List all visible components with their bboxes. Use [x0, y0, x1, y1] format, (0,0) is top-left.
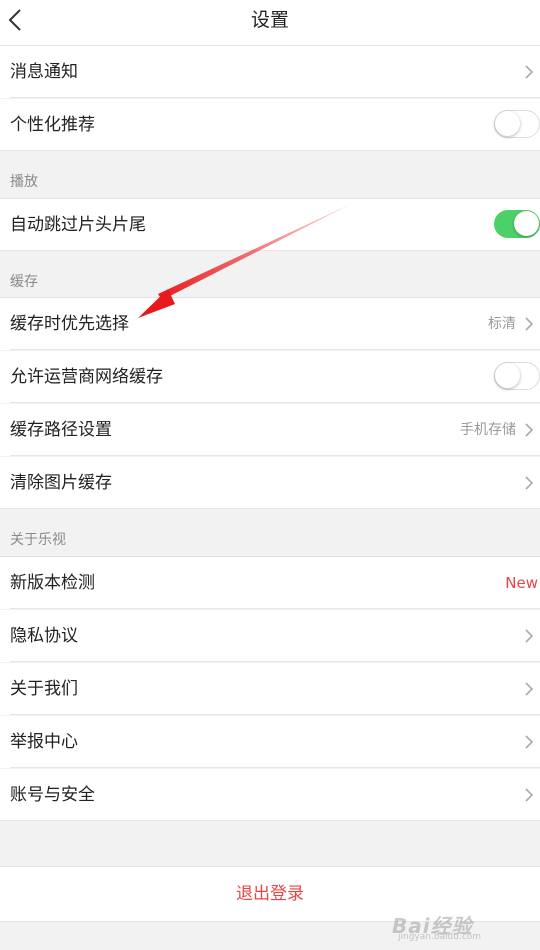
row-label: 隐私协议 [10, 626, 78, 646]
row-notifications[interactable]: 消息通知 [0, 46, 540, 98]
section-header-about: 关于乐视 [10, 532, 66, 548]
row-label: 清除图片缓存 [10, 473, 112, 493]
row-cache-priority[interactable]: 缓存时优先选择 标清 [0, 298, 540, 350]
row-label: 关于我们 [10, 679, 78, 699]
row-version-check[interactable]: 新版本检测 New [0, 557, 540, 609]
row-label: 账号与安全 [10, 785, 95, 805]
row-carrier-network-cache: 允许运营商网络缓存 [0, 351, 540, 403]
divider [0, 820, 540, 821]
row-label: 个性化推荐 [10, 115, 95, 135]
auto-skip-toggle[interactable] [494, 210, 540, 238]
chevron-right-icon [525, 317, 534, 331]
divider [10, 349, 540, 350]
row-report-center[interactable]: 举报中心 [0, 716, 540, 768]
row-label: 举报中心 [10, 732, 78, 752]
chevron-right-icon [525, 735, 534, 749]
watermark-url: jingyan.baidu.com [398, 932, 482, 942]
row-label: 自动跳过片头片尾 [10, 215, 146, 235]
chevron-right-icon [525, 423, 534, 437]
divider [10, 714, 540, 715]
carrier-network-cache-toggle[interactable] [494, 362, 540, 390]
divider [0, 250, 540, 251]
divider [10, 97, 540, 98]
new-badge: New [505, 574, 538, 592]
chevron-right-icon [525, 476, 534, 490]
row-value: 手机存储 [460, 422, 516, 438]
personalized-recommendation-toggle[interactable] [494, 110, 540, 138]
row-privacy-policy[interactable]: 隐私协议 [0, 610, 540, 662]
row-label: 缓存路径设置 [10, 420, 112, 440]
row-auto-skip: 自动跳过片头片尾 [0, 199, 540, 251]
divider [0, 150, 540, 151]
row-label: 新版本检测 [10, 573, 95, 593]
toggle-knob [495, 111, 520, 136]
divider [10, 402, 540, 403]
chevron-right-icon [525, 788, 534, 802]
baidu-watermark: Bai经验 jingyan.baidu.com [392, 910, 512, 942]
page-title: 设置 [250, 9, 289, 31]
divider [10, 608, 540, 609]
toggle-knob [495, 363, 520, 388]
toggle-knob [514, 211, 539, 236]
row-personalized-recommendation: 个性化推荐 [0, 99, 540, 151]
row-account-security[interactable]: 账号与安全 [0, 769, 540, 821]
chevron-right-icon [525, 629, 534, 643]
chevron-right-icon [525, 682, 534, 696]
top-bar: 设置 [0, 0, 540, 46]
row-label: 消息通知 [10, 62, 78, 82]
row-label: 缓存时优先选择 [10, 314, 129, 334]
divider [10, 661, 540, 662]
divider [10, 767, 540, 768]
row-about-us[interactable]: 关于我们 [0, 663, 540, 715]
chevron-right-icon [525, 65, 534, 79]
row-label: 允许运营商网络缓存 [10, 367, 163, 387]
section-header-cache: 缓存 [10, 274, 38, 290]
row-value: 标清 [488, 316, 516, 332]
divider [0, 508, 540, 509]
row-clear-image-cache[interactable]: 清除图片缓存 [0, 457, 540, 509]
divider [10, 455, 540, 456]
section-header-playback: 播放 [10, 174, 38, 190]
row-cache-path[interactable]: 缓存路径设置 手机存储 [0, 404, 540, 456]
